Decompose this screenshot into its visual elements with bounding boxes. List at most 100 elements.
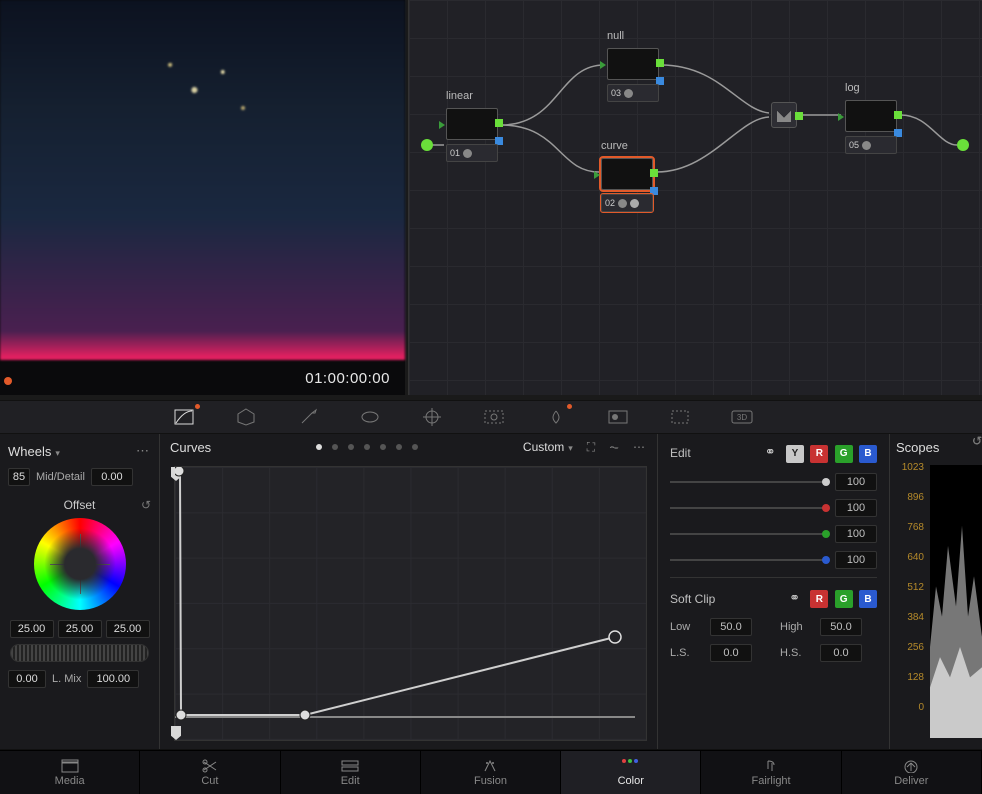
magic-mask-icon[interactable] xyxy=(480,406,508,428)
viewer-image[interactable] xyxy=(0,0,405,360)
node-label: log xyxy=(845,82,860,94)
graph-source[interactable] xyxy=(421,139,433,151)
mid-detail-value[interactable]: 0.00 xyxy=(91,468,133,486)
low-value[interactable]: 50.0 xyxy=(710,618,752,636)
node-label: null xyxy=(607,30,624,42)
spline-icon[interactable]: ⏦ xyxy=(609,440,619,455)
wheels-panel: Wheels▾ ⋯ 85 Mid/Detail 0.00 Offset ↺ 25… xyxy=(0,434,160,749)
lmix-label: L. Mix xyxy=(52,673,81,685)
node-thumb[interactable] xyxy=(845,100,897,132)
blue-intensity-slider[interactable] xyxy=(670,559,827,561)
edit-section-label: Edit xyxy=(670,446,691,460)
scopes-title: Scopes xyxy=(896,440,976,462)
lum-intensity-value[interactable]: 100 xyxy=(835,473,877,491)
link-icon[interactable]: ⚭ xyxy=(789,590,800,605)
curves-panel-title: Curves xyxy=(170,440,211,455)
edit-page-tab[interactable]: Edit xyxy=(281,751,421,794)
wheels-options-icon[interactable]: ⋯ xyxy=(136,443,151,459)
channel-g-button[interactable]: G xyxy=(835,445,853,463)
green-intensity-slider[interactable] xyxy=(670,533,827,535)
fairlight-page-tab[interactable]: Fairlight xyxy=(701,751,841,794)
node-null[interactable]: null 03 xyxy=(607,48,669,80)
low-label: Low xyxy=(670,621,702,633)
red-intensity-slider[interactable] xyxy=(670,507,827,509)
softclip-section-label: Soft Clip xyxy=(670,592,715,606)
curves-mode-dropdown[interactable]: Custom▾ xyxy=(523,440,573,454)
curves-options-icon[interactable]: ⋯ xyxy=(633,440,647,454)
blue-intensity-value[interactable]: 100 xyxy=(835,551,877,569)
offset-g-value[interactable]: 25.00 xyxy=(58,620,102,638)
node-thumb[interactable] xyxy=(446,108,498,140)
curves-page-dots[interactable] xyxy=(316,444,418,450)
curve-editor[interactable] xyxy=(174,466,647,741)
lum-intensity-slider[interactable] xyxy=(670,481,827,483)
svg-text:3D: 3D xyxy=(737,413,747,422)
node-info-bar: 03 xyxy=(607,84,659,102)
node-info-bar: 05 xyxy=(845,136,897,154)
playhead-indicator xyxy=(4,377,12,385)
curves-panel: Curves Custom▾ ⛶ ⏦ ⋯ xyxy=(160,434,658,749)
high-label: High xyxy=(780,621,812,633)
curve-edit-panel: Edit ⚭ Y R G B ↺ 100↺ 100↺ 100↺ 100↺ Sof… xyxy=(658,434,890,749)
color-warper-icon[interactable] xyxy=(232,406,260,428)
parallel-mixer-node[interactable] xyxy=(771,102,797,128)
window-icon[interactable] xyxy=(356,406,384,428)
scope-scale: 1023896768 640512384 2561280 xyxy=(902,462,924,732)
node-linear[interactable]: linear 01 xyxy=(446,108,508,140)
bottom-value[interactable]: 0.00 xyxy=(8,670,46,688)
offset-b-value[interactable]: 25.00 xyxy=(106,620,150,638)
page-tabs: Media Cut Edit Fusion Color Fairlight De… xyxy=(0,750,982,794)
offset-jog-wheel[interactable] xyxy=(10,644,149,662)
fusion-page-tab[interactable]: Fusion xyxy=(421,751,561,794)
channel-r-button[interactable]: R xyxy=(810,445,828,463)
ls-label: L.S. xyxy=(670,647,702,659)
reset-icon[interactable]: ↺ xyxy=(972,434,982,448)
node-label: linear xyxy=(446,90,473,102)
qualifier-icon[interactable] xyxy=(294,406,322,428)
expand-icon[interactable]: ⛶ xyxy=(587,440,595,455)
sc-channel-g-button[interactable]: G xyxy=(835,590,853,608)
3d-icon[interactable]: 3D xyxy=(728,406,756,428)
cut-page-tab[interactable]: Cut xyxy=(140,751,280,794)
link-icon[interactable]: ⚭ xyxy=(765,444,776,459)
node-log[interactable]: log 05 xyxy=(845,100,907,132)
tracker-icon[interactable] xyxy=(418,406,446,428)
offset-wheel-label: Offset xyxy=(64,498,96,512)
channel-y-button[interactable]: Y xyxy=(786,445,804,463)
viewer-panel: 01:00:00:00 xyxy=(0,0,405,395)
node-graph[interactable]: linear 01 null 03 curve 02 log 05 xyxy=(408,0,982,395)
node-links xyxy=(409,0,982,395)
sc-channel-r-button[interactable]: R xyxy=(810,590,828,608)
node-info-bar: 01 xyxy=(446,144,498,162)
graph-output[interactable] xyxy=(957,139,969,151)
blur-icon[interactable] xyxy=(542,406,570,428)
hs-value[interactable]: 0.0 xyxy=(820,644,862,662)
red-intensity-value[interactable]: 100 xyxy=(835,499,877,517)
color-icon xyxy=(622,759,640,773)
offset-r-value[interactable]: 25.00 xyxy=(10,620,54,638)
node-label: curve xyxy=(601,140,628,152)
waveform-scope[interactable] xyxy=(930,465,982,738)
reset-icon[interactable]: ↺ xyxy=(141,498,151,512)
node-curve[interactable]: curve 02 xyxy=(601,158,663,190)
ls-value[interactable]: 0.0 xyxy=(710,644,752,662)
offset-color-wheel[interactable] xyxy=(34,518,126,610)
key-icon[interactable] xyxy=(604,406,632,428)
timecode-display[interactable]: 01:00:00:00 xyxy=(305,370,390,387)
mid-detail-label: Mid/Detail xyxy=(36,471,85,483)
deliver-page-tab[interactable]: Deliver xyxy=(842,751,982,794)
curves-palette-icon[interactable] xyxy=(170,406,198,428)
node-thumb[interactable] xyxy=(607,48,659,80)
media-page-tab[interactable]: Media xyxy=(0,751,140,794)
sc-channel-b-button[interactable]: B xyxy=(859,590,877,608)
hi5-value[interactable]: 85 xyxy=(8,468,30,486)
color-page-tab[interactable]: Color xyxy=(561,751,701,794)
lmix-value[interactable]: 100.00 xyxy=(87,670,139,688)
green-intensity-value[interactable]: 100 xyxy=(835,525,877,543)
high-value[interactable]: 50.0 xyxy=(820,618,862,636)
node-info-bar: 02 xyxy=(601,194,653,212)
channel-b-button[interactable]: B xyxy=(859,445,877,463)
wheels-panel-title[interactable]: Wheels▾ xyxy=(8,444,60,459)
sizing-icon[interactable] xyxy=(666,406,694,428)
node-thumb[interactable] xyxy=(601,158,653,190)
